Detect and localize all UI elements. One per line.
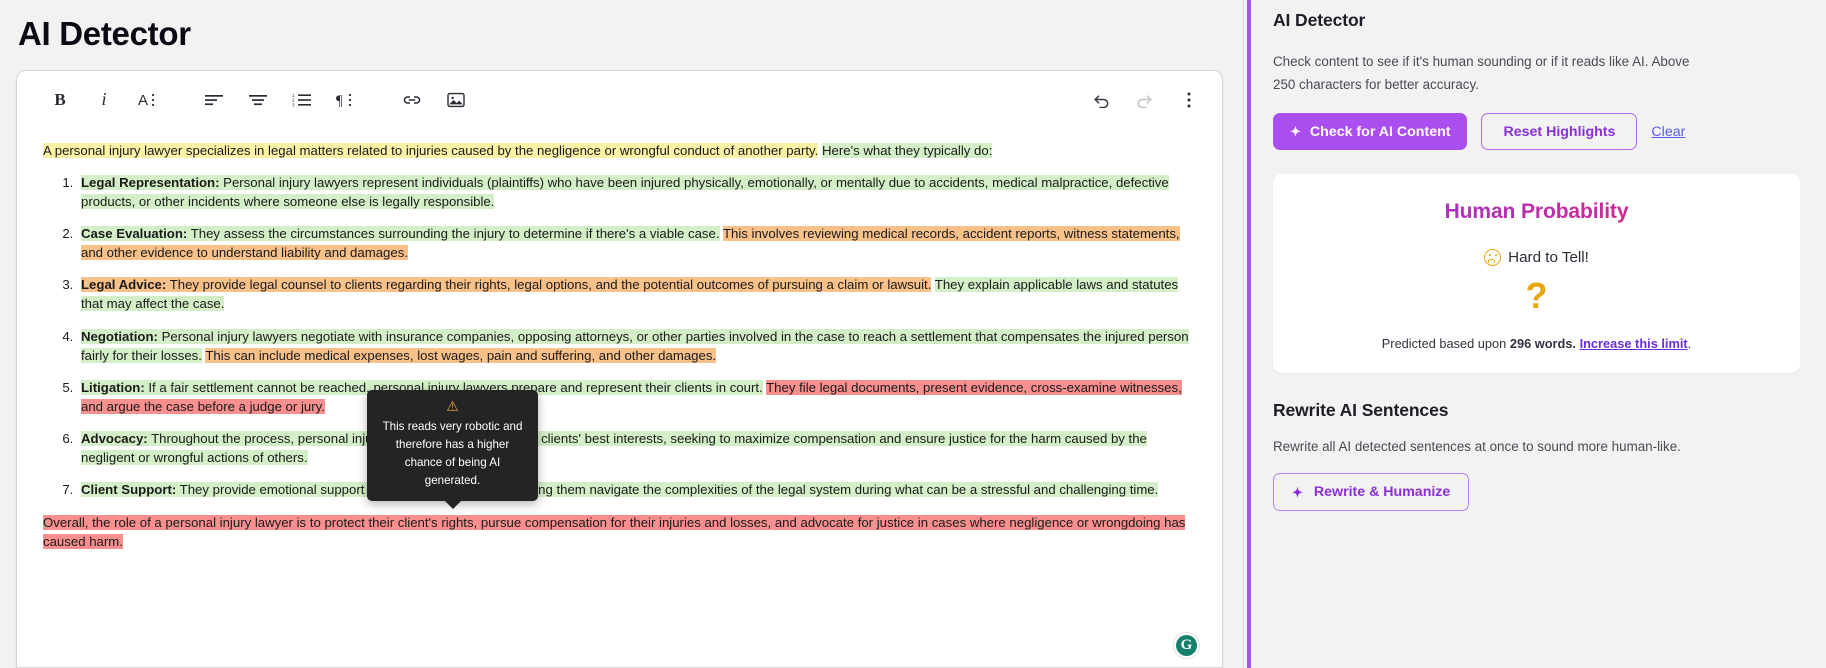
verdict-row: Hard to Tell! (1293, 249, 1780, 267)
list-item: Legal Advice: They provide legal counsel… (77, 275, 1194, 313)
increase-limit-link[interactable]: Increase this limit (1580, 336, 1688, 351)
verdict-label: Hard to Tell! (1508, 249, 1589, 267)
result-card: Human Probability Hard to Tell! ? Predic… (1273, 174, 1800, 374)
text-style-icon[interactable]: A (131, 84, 165, 116)
image-icon[interactable] (439, 84, 473, 116)
text-span: Litigation: (81, 379, 145, 395)
sparkle-icon: ✦ (1292, 484, 1303, 500)
grammarly-badge[interactable]: G (1173, 632, 1200, 659)
sidebar-title: AI Detector (1273, 10, 1366, 30)
grammarly-logo: G (1176, 635, 1197, 656)
ai-detector-sidebar: AI Detector Check content to see if it's… (1247, 0, 1826, 668)
text-span: Legal Advice: (81, 277, 167, 293)
text-span: They provide emotional support and guida… (176, 482, 1159, 498)
more-options-icon[interactable] (1172, 84, 1206, 116)
sidebar-description: Check content to see if it's human sound… (1273, 54, 1690, 93)
text-span: Negotiation: (81, 328, 158, 344)
text-span: A personal injury lawyer specializes in … (43, 142, 819, 158)
document-body[interactable]: A personal injury lawyer specializes in … (17, 129, 1222, 667)
ai-detection-tooltip: ⚠ This reads very robotic and therefore … (367, 389, 538, 510)
rewrite-title: Rewrite AI Sentences (1273, 400, 1449, 421)
list-item: Case Evaluation: They assess the circums… (77, 224, 1194, 262)
align-left-icon[interactable] (197, 84, 231, 116)
list-item: Negotiation: Personal injury lawyers neg… (77, 327, 1194, 365)
editor-toolbar: B i A 1 2 3 ¶ (17, 70, 1222, 129)
text-span: Advocacy: (81, 431, 148, 447)
link-icon[interactable] (395, 84, 429, 116)
editor-card: B i A 1 2 3 ¶ A personal injury lawyer s… (16, 69, 1223, 668)
prediction-suffix: . (1687, 336, 1692, 352)
page-title: AI Detector (18, 15, 191, 52)
text-span: Overall, the role of a personal injury l… (43, 514, 1186, 549)
rewrite-button-label: Rewrite & Humanize (1313, 484, 1451, 501)
confused-face-icon (1484, 249, 1502, 267)
outro-paragraph: Overall, the role of a personal injury l… (43, 513, 1194, 551)
sparkle-icon: ✦ (1290, 124, 1301, 140)
rewrite-humanize-button[interactable]: ✦ Rewrite & Humanize (1273, 473, 1470, 512)
svg-text:¶: ¶ (336, 93, 343, 109)
list-item: Legal Representation: Personal injury la… (77, 173, 1194, 211)
word-count: 296 words. (1509, 336, 1576, 352)
italic-icon[interactable]: i (87, 84, 121, 116)
tooltip-text: This reads very robotic and therefore ha… (382, 419, 523, 487)
check-button-label: Check for AI Content (1309, 123, 1451, 140)
paragraph-style-icon[interactable]: ¶ (329, 84, 363, 116)
text-span: This can include medical expenses, lost … (205, 347, 717, 363)
numbered-list: Legal Representation: Personal injury la… (43, 173, 1194, 500)
text-span: Case Evaluation: (81, 226, 188, 242)
text-span: They provide legal counsel to clients re… (166, 277, 932, 293)
undo-icon[interactable] (1084, 84, 1118, 116)
text-span: They assess the circumstances surroundin… (187, 226, 720, 242)
text-span: Here's what they typically do: (821, 142, 993, 158)
list-item: Client Support: They provide emotional s… (77, 480, 1194, 499)
align-center-icon[interactable] (241, 84, 275, 116)
human-probability-heading: Human Probability (1293, 200, 1780, 224)
sidebar-actions: ✦ Check for AI Content Reset Highlights … (1273, 113, 1800, 151)
svg-text:A: A (138, 92, 148, 109)
svg-text:3: 3 (292, 102, 295, 107)
ai-detector-app: AI Detector B i A 1 2 3 ¶ A personal inj… (0, 0, 1826, 668)
numbered-list-icon[interactable]: 1 2 3 (285, 84, 319, 116)
text-span: Client Support: (81, 482, 177, 498)
clear-link[interactable]: Clear (1651, 124, 1685, 140)
redo-icon[interactable] (1128, 84, 1162, 116)
rewrite-description: Rewrite all AI detected sentences at onc… (1273, 439, 1681, 455)
text-span: Legal Representation: (81, 174, 220, 190)
text-span: Throughout the process, personal injury … (81, 431, 1147, 466)
list-item: Advocacy: Throughout the process, person… (77, 429, 1194, 467)
reset-highlights-button[interactable]: Reset Highlights (1481, 113, 1638, 151)
list-item: Litigation: If a fair settlement cannot … (77, 378, 1194, 416)
check-for-ai-content-button[interactable]: ✦ Check for AI Content (1273, 113, 1468, 151)
pane-divider (1243, 0, 1244, 668)
bold-icon[interactable]: B (43, 84, 77, 116)
probability-symbol: ? (1525, 275, 1548, 317)
warning-triangle-icon: ⚠ (446, 397, 459, 414)
editor-pane: AI Detector B i A 1 2 3 ¶ A personal inj… (0, 0, 1247, 668)
text-span: Personal injury lawyers represent indivi… (81, 174, 1169, 209)
prediction-prefix: Predicted based upon (1381, 336, 1510, 352)
intro-paragraph: A personal injury lawyer specializes in … (43, 141, 1194, 160)
prediction-note: Predicted based upon 296 words. Increase… (1293, 336, 1780, 351)
